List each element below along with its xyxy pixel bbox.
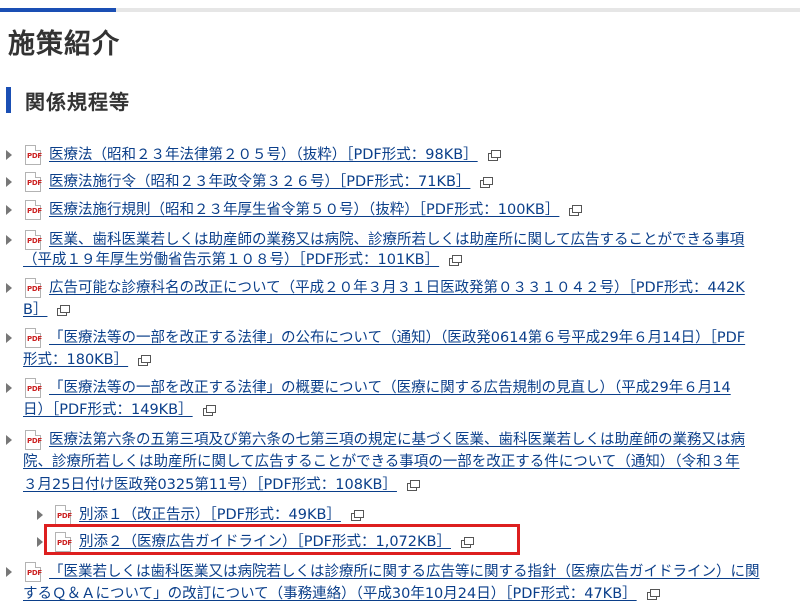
pdf-link[interactable]: 医療法施行令（昭和２３年政令第３２６号）［PDF形式：71KB］ xyxy=(49,170,494,194)
pdf-link-continuation[interactable]: 日）［PDF形式：149KB］ xyxy=(23,398,216,422)
pdf-file-icon: PDF xyxy=(25,278,42,298)
triangle-bullet-icon xyxy=(6,567,12,577)
highlight-box xyxy=(44,524,520,555)
triangle-bullet-icon xyxy=(6,150,12,160)
pdf-file-icon: PDF xyxy=(25,145,42,165)
new-window-icon xyxy=(202,405,216,416)
new-window-icon xyxy=(350,510,364,521)
section-heading: 関係規程等 xyxy=(6,87,130,114)
triangle-bullet-icon xyxy=(37,537,43,547)
pdf-link-continuation[interactable]: ３月25日付け医政発0325第11号）［PDF形式：108KB］ xyxy=(23,473,420,497)
pdf-link-continuation[interactable]: 院、診療所若しくは助産所に関して広告することができる事項の一部を改正する件につい… xyxy=(23,450,740,474)
top-accent-highlight xyxy=(0,8,116,12)
pdf-link-continuation[interactable]: 形式：180KB］ xyxy=(23,348,152,372)
new-window-icon xyxy=(569,205,583,216)
triangle-bullet-icon xyxy=(6,383,12,393)
triangle-bullet-icon xyxy=(6,177,12,187)
pdf-link[interactable]: 「医療法等の一部を改正する法律」の概要について（医療に関する広告規制の見直し）（… xyxy=(49,376,731,400)
section-heading-text: 関係規程等 xyxy=(25,89,130,114)
triangle-bullet-icon xyxy=(6,435,12,445)
top-accent-bar xyxy=(0,8,800,12)
pdf-link[interactable]: 医療法（昭和２３年法律第２０５号）（抜粋）［PDF形式：98KB］ xyxy=(49,143,501,167)
pdf-file-icon: PDF xyxy=(25,328,42,348)
triangle-bullet-icon xyxy=(6,283,12,293)
new-window-icon xyxy=(406,480,420,491)
triangle-bullet-icon xyxy=(6,235,12,245)
pdf-link[interactable]: 「医療法等の一部を改正する法律」の公布について（通知）（医政発0614第６号平成… xyxy=(49,326,745,350)
new-window-icon xyxy=(480,177,494,188)
triangle-bullet-icon xyxy=(6,333,12,343)
pdf-file-icon: PDF xyxy=(25,378,42,398)
pdf-file-icon: PDF xyxy=(25,430,42,450)
new-window-icon xyxy=(646,589,660,600)
pdf-file-icon: PDF xyxy=(25,200,42,220)
pdf-link[interactable]: 医療法第六条の五第三項及び第六条の七第三項の規定に基づく医業、歯科医業若しくは助… xyxy=(49,428,745,452)
new-window-icon xyxy=(487,150,501,161)
pdf-link[interactable]: 「医業若しくは歯科医業又は病院若しくは診療所に関する広告等に関する指針（医療広告… xyxy=(49,560,760,584)
pdf-link[interactable]: 医療法施行規則（昭和２３年厚生省令第５０号）（抜粋）［PDF形式：100KB］ xyxy=(49,198,583,222)
pdf-link[interactable]: 広告可能な診療科名の改正について（平成２０年３月３１日医政発第０３３１０４２号）… xyxy=(49,276,745,300)
section-heading-bar xyxy=(6,87,11,113)
triangle-bullet-icon xyxy=(37,510,43,520)
pdf-link-continuation[interactable]: するＱ＆Ａについて」の改訂について（事務連絡）（平成30年10月24日）［PDF… xyxy=(23,582,660,606)
new-window-icon xyxy=(138,355,152,366)
pdf-file-icon: PDF xyxy=(25,230,42,250)
pdf-file-icon: PDF xyxy=(25,172,42,192)
pdf-file-icon: PDF xyxy=(25,562,42,582)
page-title: 施策紹介 xyxy=(8,29,120,60)
pdf-link-continuation[interactable]: （平成１９年厚生労働省告示第１０８号）［PDF形式：101KB］ xyxy=(23,248,463,272)
triangle-bullet-icon xyxy=(6,205,12,215)
new-window-icon xyxy=(57,305,71,316)
new-window-icon xyxy=(449,255,463,266)
pdf-file-icon: PDF xyxy=(55,505,72,525)
pdf-link-continuation[interactable]: B］ xyxy=(23,298,71,322)
